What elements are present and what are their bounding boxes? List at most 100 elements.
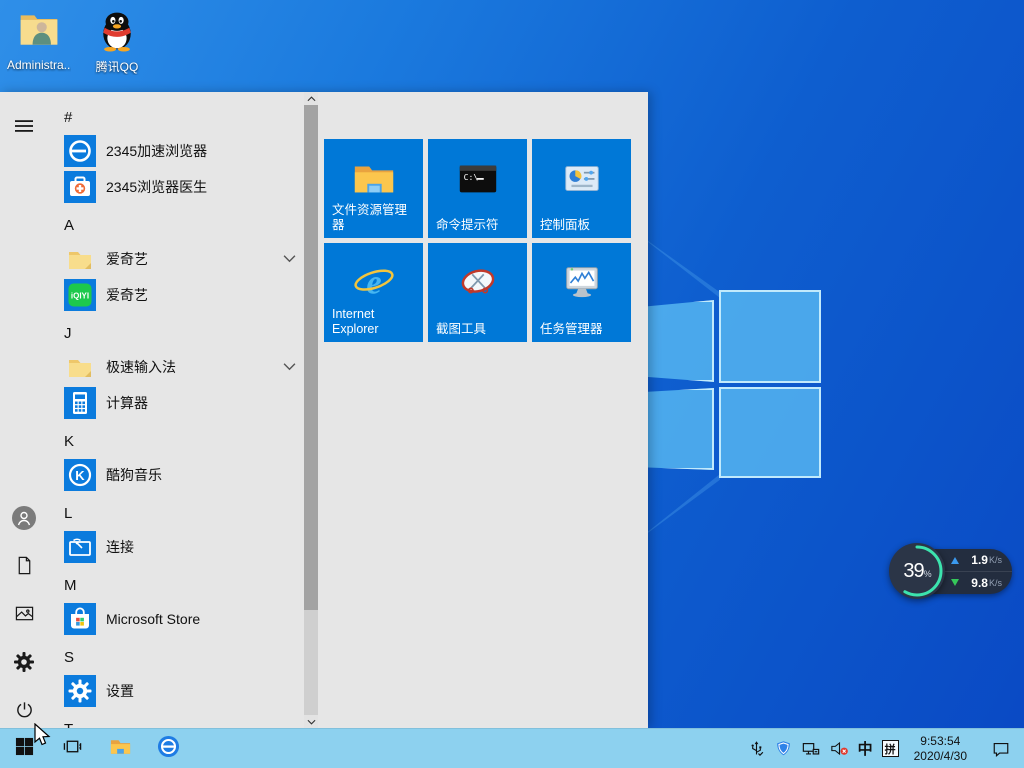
system-tray: 中 拼 9:53:54 2020/4/30	[748, 734, 1024, 764]
logo-pane-top-right	[719, 290, 821, 383]
app-section-header[interactable]: L	[64, 502, 294, 524]
volume-muted-icon[interactable]	[830, 740, 849, 757]
app-label: 酷狗音乐	[106, 467, 162, 483]
start-tile[interactable]: 任务管理器	[532, 243, 631, 342]
ms-store-icon	[64, 603, 96, 635]
logo-pane-bottom-right	[719, 387, 821, 478]
rail-pictures[interactable]	[0, 596, 48, 636]
tile-label: 命令提示符	[436, 218, 499, 232]
folder-icon	[64, 351, 96, 383]
taskbar-buttons	[0, 729, 188, 768]
admin-folder-icon	[7, 8, 71, 56]
app-label: 爱奇艺	[106, 251, 148, 267]
browser-2345-button[interactable]	[148, 729, 188, 768]
app-row[interactable]: 设置	[56, 673, 302, 709]
app-section-header[interactable]: J	[64, 322, 294, 344]
tile-label: 任务管理器	[540, 322, 603, 336]
windows-start-icon	[15, 737, 34, 761]
control-panel-icon	[532, 153, 631, 205]
app-row[interactable]: 连接	[56, 529, 302, 565]
scrollbar-thumb[interactable]	[304, 105, 318, 610]
hamburger-icon	[14, 116, 34, 141]
rail-menu-toggle[interactable]	[0, 108, 48, 148]
task-view-button[interactable]	[52, 729, 92, 768]
ime-pinyin-indicator[interactable]: 拼	[881, 740, 899, 757]
app-label: 2345加速浏览器	[106, 143, 208, 159]
progress-ring	[891, 545, 943, 597]
internet-explorer-icon: e	[324, 257, 423, 309]
net-speed-widget[interactable]: 1.9 K/s 9.8 K/s 39%	[889, 543, 1012, 599]
taskbar: 中 拼 9:53:54 2020/4/30	[0, 728, 1024, 768]
clock-date: 2020/4/30	[913, 748, 967, 763]
scroll-up-button[interactable]	[304, 92, 318, 105]
rail-power[interactable]	[0, 692, 48, 732]
app-section-header[interactable]: M	[64, 574, 294, 596]
app-row[interactable]: 2345浏览器医生	[56, 169, 302, 205]
taskbar-clock[interactable]: 9:53:54 2020/4/30	[914, 734, 967, 764]
app-section-header[interactable]: S	[64, 646, 294, 668]
app-list-scrollbar[interactable]	[304, 92, 318, 728]
download-arrow-icon	[951, 579, 959, 586]
start-menu: #2345加速浏览器 2345浏览器医生 A 爱奇艺 iQIYI 爱奇艺 J 极速输入法 计算器…	[0, 92, 648, 738]
action-center-icon[interactable]	[992, 740, 1010, 758]
app-section-header[interactable]: K	[64, 430, 294, 452]
app-section-header[interactable]: A	[64, 214, 294, 236]
tile-label: 控制面板	[540, 218, 591, 232]
app-row[interactable]: 爱奇艺	[56, 241, 302, 277]
file-explorer-button[interactable]	[100, 729, 140, 768]
svg-text:iQIYI: iQIYI	[71, 292, 89, 301]
browser-doctor-2345-icon	[64, 171, 96, 203]
ime-language-indicator[interactable]: 中	[858, 738, 873, 759]
app-section-header[interactable]: #	[64, 106, 294, 128]
pictures-icon	[15, 604, 34, 628]
file-explorer-tile-icon	[324, 153, 423, 205]
svg-text:K: K	[75, 468, 85, 483]
browser-2345-task-icon	[157, 735, 180, 763]
upload-arrow-icon	[951, 556, 959, 564]
browser-2345-icon	[64, 135, 96, 167]
rail-settings[interactable]	[0, 644, 48, 684]
app-row[interactable]: 2345加速浏览器	[56, 133, 302, 169]
app-label: 连接	[106, 539, 134, 555]
settings-icon	[64, 675, 96, 707]
memory-percent-circle[interactable]: 39%	[889, 543, 945, 599]
qq-penguin-icon	[85, 8, 149, 56]
task-view-icon	[63, 737, 82, 761]
start-tile[interactable]: 控制面板	[532, 139, 631, 238]
chevron-down-icon[interactable]	[283, 250, 296, 268]
upload-speed: 1.9	[971, 553, 988, 567]
gear-icon	[14, 651, 34, 677]
clock-time: 9:53:54	[920, 733, 961, 748]
iqiyi-icon: iQIYI	[64, 279, 96, 311]
app-row[interactable]: iQIYI 爱奇艺	[56, 277, 302, 313]
start-tile[interactable]: e Internet Explorer	[324, 243, 423, 342]
start-button[interactable]	[4, 729, 44, 768]
desktop: Administra... 腾讯QQ 1.9 K/s 9.8 K/s 39% #…	[0, 0, 1024, 768]
desktop-icon-qq[interactable]: 腾讯QQ	[85, 8, 149, 75]
start-tile[interactable]: C:\ 命令提示符	[428, 139, 527, 238]
scroll-down-button[interactable]	[304, 715, 318, 728]
app-label: 爱奇艺	[106, 287, 148, 303]
tile-label: Internet Explorer	[332, 307, 379, 336]
svg-text:C:\: C:\	[463, 172, 478, 182]
app-row[interactable]: K 酷狗音乐	[56, 457, 302, 493]
rail-documents[interactable]	[0, 548, 48, 588]
security-shield-icon[interactable]	[775, 740, 792, 757]
start-tile[interactable]: 截图工具	[428, 243, 527, 342]
desktop-icon-label: Administra...	[7, 58, 71, 72]
download-speed: 9.8	[971, 575, 988, 590]
app-row[interactable]: 计算器	[56, 385, 302, 421]
file-explorer-task-icon	[109, 735, 132, 763]
start-tile[interactable]: 文件资源管理器	[324, 139, 423, 238]
app-row[interactable]: 极速输入法	[56, 349, 302, 385]
desktop-icon-label: 腾讯QQ	[95, 60, 139, 74]
usb-device-icon[interactable]	[748, 740, 765, 757]
network-status-icon[interactable]	[802, 740, 820, 758]
rail-user-account[interactable]	[0, 500, 48, 540]
app-row[interactable]: Microsoft Store	[56, 601, 302, 637]
document-icon	[15, 556, 34, 580]
chevron-down-icon[interactable]	[283, 358, 296, 376]
upload-unit: K/s	[988, 555, 1002, 565]
svg-text:e: e	[366, 264, 381, 302]
desktop-icon-administrator[interactable]: Administra...	[7, 8, 71, 72]
